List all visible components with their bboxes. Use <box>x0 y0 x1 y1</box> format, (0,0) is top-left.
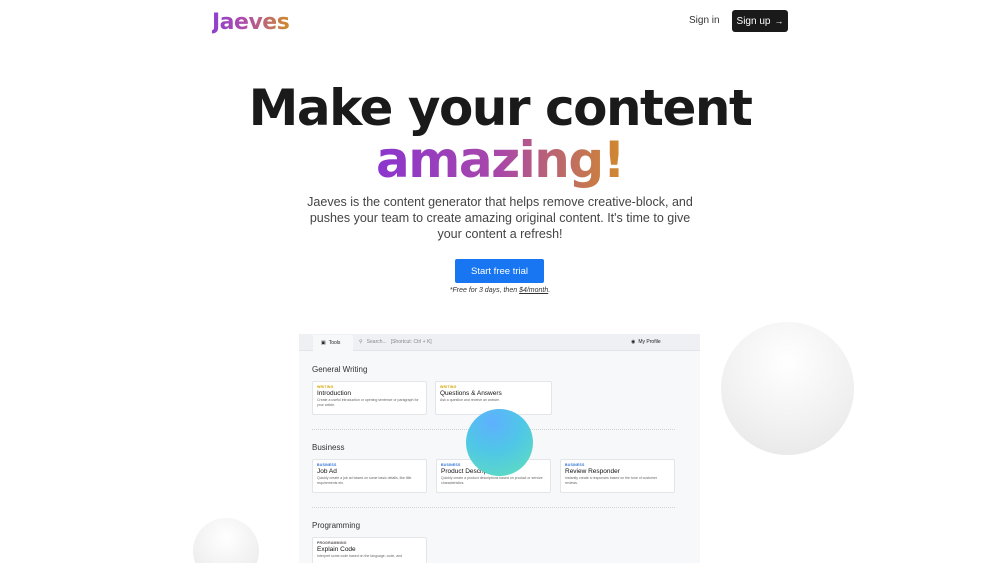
card-name: Job Ad <box>317 468 337 475</box>
card-desc: Quickly create a job ad based on some ba… <box>317 476 412 485</box>
hero-highlight: amazing! <box>375 131 626 189</box>
start-free-trial-button[interactable]: Start free trial <box>455 259 544 283</box>
pricing-note: *Free for 3 days, then $4/month. <box>0 287 1000 294</box>
sign-up-button[interactable]: Sign up → <box>732 10 788 32</box>
preview-search-shortcut: [Shortcut: Ctrl + K] <box>390 339 432 345</box>
section-title: General Writing <box>312 365 368 374</box>
card-name: Questions & Answers <box>440 390 502 397</box>
decorative-circle-right <box>721 322 854 455</box>
search-icon: ⚲ <box>359 339 363 345</box>
tool-card: Business Review Responder Instantly crea… <box>560 459 675 493</box>
preview-tab-tools: ▣ Tools <box>313 335 353 351</box>
section-title: Business <box>312 443 345 452</box>
decorative-circle-left <box>193 518 259 563</box>
preview-tab-tools-label: Tools <box>328 340 341 346</box>
arrow-right-icon: → <box>774 16 784 26</box>
jaeves-logo[interactable]: Jaeves <box>212 10 290 35</box>
gradient-orb <box>466 409 533 476</box>
toolbox-icon: ▣ <box>321 340 326 346</box>
card-tag: Writing <box>440 385 457 389</box>
section-title: Programming <box>312 521 361 530</box>
card-tag: Writing <box>317 385 334 389</box>
sign-in-link[interactable]: Sign in <box>689 15 720 26</box>
sign-up-label: Sign up <box>736 15 771 27</box>
tool-card: Writing Introduction Create a useful int… <box>312 381 427 415</box>
preview-profile-label: My Profile <box>638 339 661 345</box>
tool-card: Business Job Ad Quickly create a job ad … <box>312 459 427 493</box>
pricing-note-suffix: . <box>548 287 551 294</box>
preview-search: ⚲ Search... [Shortcut: Ctrl + K] <box>359 339 432 345</box>
preview-profile: ◉ My Profile <box>631 339 661 345</box>
card-name: Introduction <box>317 390 351 397</box>
user-circle-icon: ◉ <box>631 339 636 345</box>
card-desc: Quickly create a product descriptions ba… <box>441 476 543 485</box>
hero-title-line1: Make your content <box>248 79 753 137</box>
preview-search-placeholder: Search... <box>366 339 387 345</box>
card-desc: Instantly create a responses based on th… <box>565 476 658 485</box>
card-tag: Business <box>317 463 337 467</box>
pricing-link[interactable]: $4/month <box>519 287 548 294</box>
card-desc: Interpret some code based on the languag… <box>317 554 403 558</box>
card-tag: Programming <box>317 541 347 545</box>
hero-title-line2: amazing! <box>0 130 1000 190</box>
card-desc: Ask a question and receive an answer. <box>440 398 500 402</box>
section-divider <box>312 507 675 508</box>
preview-topbar: ▣ Tools ⚲ Search... [Shortcut: Ctrl + K]… <box>299 334 700 351</box>
card-desc: Create a useful introduction or opening … <box>317 398 419 407</box>
card-name: Explain Code <box>317 546 356 553</box>
card-tag: Business <box>565 463 585 467</box>
pricing-note-prefix: *Free for 3 days, then <box>449 287 520 294</box>
tool-card: Programming Explain Code Interpret some … <box>312 537 427 563</box>
hero-subtitle: Jaeves is the content generator that hel… <box>307 195 693 241</box>
card-name: Review Responder <box>565 468 620 475</box>
